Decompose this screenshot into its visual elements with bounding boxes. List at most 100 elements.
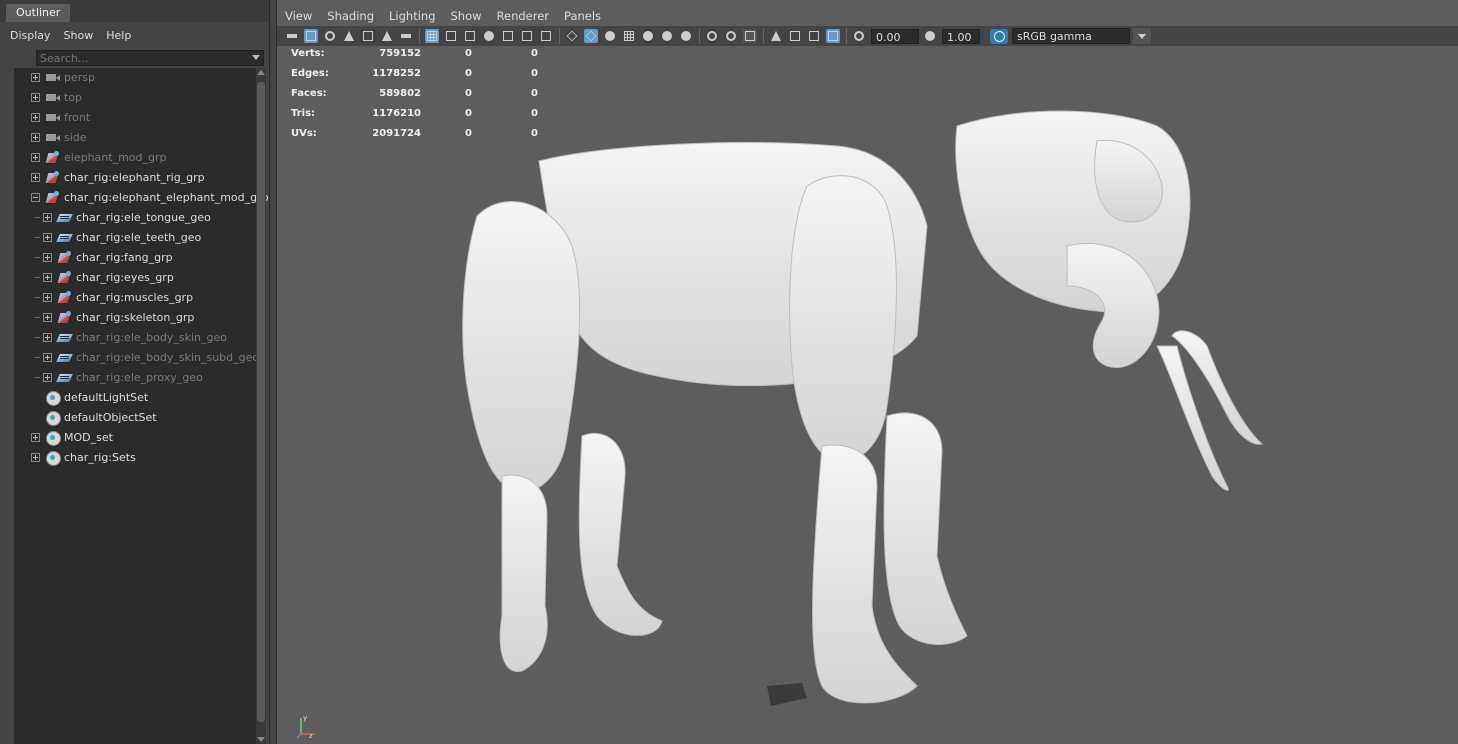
depth-of-field-icon[interactable] — [743, 29, 757, 43]
menu-show[interactable]: Show — [451, 9, 482, 23]
outliner-item[interactable]: front — [14, 108, 256, 128]
use-all-lights-icon[interactable] — [641, 29, 655, 43]
expand-icon[interactable] — [43, 313, 52, 322]
outliner-item[interactable]: elephant_mod_grp — [14, 148, 256, 168]
elephant-haunch — [462, 201, 581, 493]
xray-joints-icon[interactable] — [826, 29, 840, 43]
outliner-item[interactable]: defaultObjectSet — [14, 408, 256, 428]
expand-icon[interactable] — [31, 93, 40, 102]
outliner-item-label: char_rig:elephant_rig_grp — [64, 171, 205, 184]
menu-view[interactable]: View — [285, 9, 312, 23]
menu-panels[interactable]: Panels — [564, 9, 601, 23]
expand-icon[interactable] — [31, 153, 40, 162]
outliner-item[interactable]: top — [14, 88, 256, 108]
grease-pencil-icon[interactable] — [399, 29, 413, 43]
outliner-item[interactable]: char_rig:ele_body_skin_geo — [14, 328, 256, 348]
viewport-3d-scene[interactable] — [277, 46, 1458, 744]
menu-show[interactable]: Show — [64, 29, 94, 42]
safe-action-icon[interactable] — [520, 29, 534, 43]
expand-icon[interactable] — [43, 373, 52, 382]
outliner-item[interactable]: side — [14, 128, 256, 148]
exposure-icon[interactable] — [852, 29, 866, 43]
outliner-item[interactable]: persp — [14, 68, 256, 88]
axis-label-y: y — [303, 714, 307, 722]
exposure-field[interactable]: 0.00 — [871, 28, 919, 44]
resolution-gate-icon[interactable] — [463, 29, 477, 43]
outliner-item[interactable]: defaultLightSet — [14, 388, 256, 408]
expand-icon[interactable] — [31, 453, 40, 462]
expand-icon[interactable] — [43, 293, 52, 302]
expand-icon[interactable] — [43, 233, 52, 242]
color-management-icon[interactable] — [990, 28, 1008, 44]
menu-shading[interactable]: Shading — [327, 9, 374, 23]
gate-mask-icon[interactable] — [482, 29, 496, 43]
tree-connector — [34, 377, 40, 378]
search-dropdown-icon[interactable] — [252, 55, 260, 60]
film-gate-icon[interactable] — [444, 29, 458, 43]
outliner-scrollbar[interactable] — [256, 68, 266, 744]
ambient-occlusion-icon[interactable] — [679, 29, 693, 43]
camera-attributes-icon[interactable] — [304, 29, 318, 43]
outliner-item[interactable]: char_rig:elephant_elephant_mod_grp — [14, 188, 269, 208]
search-input[interactable] — [37, 51, 237, 65]
outliner-item[interactable]: MOD_set — [14, 428, 256, 448]
xray-active-icon[interactable] — [807, 29, 821, 43]
menu-display[interactable]: Display — [10, 29, 51, 42]
outliner-tabbar: Outliner — [0, 0, 269, 22]
outliner-item[interactable]: char_rig:ele_teeth_geo — [14, 228, 256, 248]
expand-icon[interactable] — [31, 133, 40, 142]
collapse-icon[interactable] — [31, 193, 40, 202]
hud-label: Tris: — [291, 108, 316, 119]
isolate-select-icon[interactable] — [769, 29, 783, 43]
gamma-field[interactable]: 1.00 — [942, 28, 980, 44]
2d-pan-zoom-icon[interactable] — [380, 29, 394, 43]
safe-title-icon[interactable] — [539, 29, 553, 43]
outliner-item[interactable]: char_rig:skeleton_grp — [14, 308, 256, 328]
motion-blur-icon[interactable] — [705, 29, 719, 43]
select-camera-icon[interactable] — [285, 29, 299, 43]
shadows-icon[interactable] — [660, 29, 674, 43]
outliner-tab[interactable]: Outliner — [6, 4, 71, 22]
outliner-item[interactable]: char_rig:fang_grp — [14, 248, 256, 268]
menu-renderer[interactable]: Renderer — [497, 9, 550, 23]
outliner-item[interactable]: char_rig:elephant_rig_grp — [14, 168, 256, 188]
gamma-icon[interactable] — [923, 29, 937, 43]
grid-icon[interactable] — [425, 29, 439, 43]
scroll-up-icon[interactable] — [257, 70, 265, 75]
scroll-thumb[interactable] — [257, 82, 265, 722]
outliner-item[interactable]: char_rig:muscles_grp — [14, 288, 256, 308]
view-transform-select[interactable]: sRGB gamma — [1012, 28, 1151, 44]
expand-icon[interactable] — [43, 333, 52, 342]
outliner-item[interactable]: char_rig:Sets — [14, 448, 256, 468]
menu-lighting[interactable]: Lighting — [389, 9, 435, 23]
outliner-item-label: elephant_mod_grp — [64, 151, 167, 164]
outliner-item[interactable]: char_rig:ele_body_skin_subd_geo — [14, 348, 259, 368]
wireframe-on-shaded-icon[interactable] — [603, 29, 617, 43]
expand-icon[interactable] — [43, 273, 52, 282]
smooth-shade-icon[interactable] — [584, 29, 598, 43]
chevron-down-icon[interactable] — [1133, 28, 1151, 44]
wireframe-icon[interactable] — [565, 29, 579, 43]
elephant-model[interactable] — [462, 110, 1264, 704]
outliner-item[interactable]: char_rig:ele_proxy_geo — [14, 368, 256, 388]
expand-icon[interactable] — [43, 353, 52, 362]
multisample-aa-icon[interactable] — [724, 29, 738, 43]
xray-icon[interactable] — [788, 29, 802, 43]
expand-icon[interactable] — [31, 173, 40, 182]
expand-icon[interactable] — [43, 253, 52, 262]
expand-icon[interactable] — [43, 213, 52, 222]
outliner-item[interactable]: char_rig:ele_tongue_geo — [14, 208, 256, 228]
image-plane-icon[interactable] — [361, 29, 375, 43]
outliner-item[interactable]: char_rig:eyes_grp — [14, 268, 256, 288]
outliner-item-label: side — [64, 131, 87, 144]
menu-help[interactable]: Help — [106, 29, 131, 42]
bookmark-icon[interactable] — [342, 29, 356, 43]
expand-icon[interactable] — [31, 113, 40, 122]
textured-icon[interactable] — [622, 29, 636, 43]
scroll-down-icon[interactable] — [257, 737, 265, 742]
bookmark-camera-icon[interactable] — [323, 29, 337, 43]
expand-icon[interactable] — [31, 73, 40, 82]
expand-icon[interactable] — [31, 433, 40, 442]
elephant-rear-leg — [578, 432, 663, 636]
field-chart-icon[interactable] — [501, 29, 515, 43]
